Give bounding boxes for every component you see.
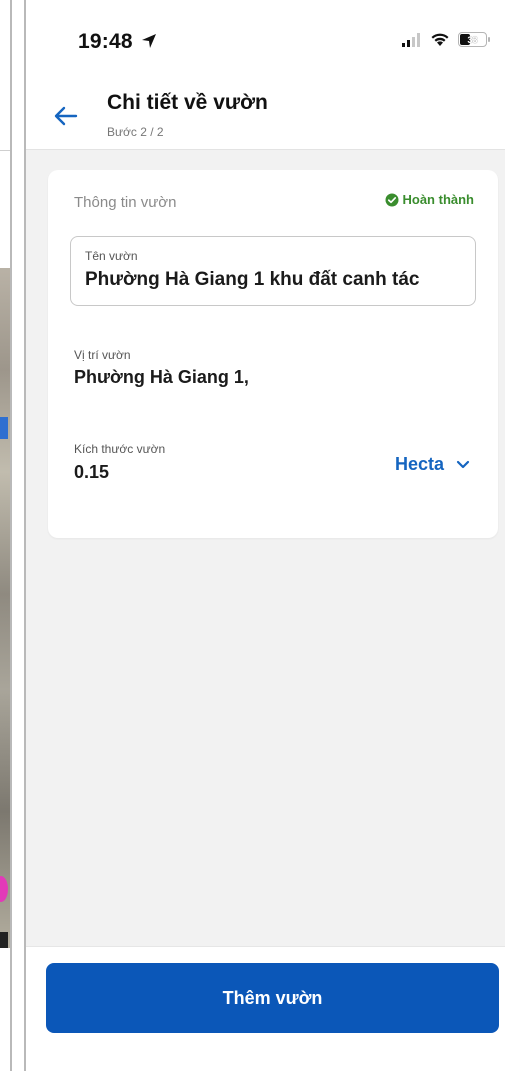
phone-screen: 19:48 33 Chi tiết về vườn Bước 2 / 2 Thô… [24, 0, 505, 1071]
step-indicator: Bước 2 / 2 [107, 125, 164, 139]
previous-screen-edge [0, 0, 12, 1071]
status-text: Hoàn thành [402, 192, 475, 207]
signal-icon [402, 32, 420, 47]
add-garden-button[interactable]: Thêm vườn [46, 963, 499, 1033]
size-value[interactable]: 0.15 [74, 462, 109, 483]
section-label: Thông tin vườn [74, 194, 177, 211]
footer-bar: Thêm vườn [26, 946, 505, 1071]
status-badge: Hoàn thành [385, 192, 475, 207]
garden-name-input[interactable]: Phường Hà Giang 1 khu đất canh tác [85, 269, 420, 291]
unit-dropdown[interactable]: Hecta [395, 454, 470, 475]
garden-name-label: Tên vườn [85, 249, 138, 263]
status-icons: 33 [402, 32, 490, 47]
page-header: Chi tiết về vườn Bước 2 / 2 [26, 78, 505, 150]
chevron-down-icon [456, 460, 470, 468]
map-label-badge [0, 932, 8, 948]
status-time: 19:48 [78, 30, 157, 54]
map-label-badge [0, 417, 8, 439]
status-bar: 19:48 33 [26, 0, 505, 78]
wifi-icon [431, 33, 449, 46]
check-circle-icon [385, 193, 398, 206]
size-label: Kích thước vườn [74, 442, 166, 456]
page-title: Chi tiết về vườn [107, 91, 268, 114]
unit-value: Hecta [394, 454, 444, 474]
map-thumbnail [0, 268, 10, 948]
garden-name-field[interactable]: Tên vườn Phường Hà Giang 1 khu đất canh … [70, 236, 476, 306]
location-value: Phường Hà Giang 1, [74, 367, 249, 387]
battery-level: 33 [467, 34, 478, 45]
divider [0, 150, 10, 151]
location-label: Vị trí vườn [74, 348, 131, 362]
garden-info-card: Thông tin vườn Hoàn thành Tên vườn Phườn… [48, 170, 498, 538]
battery-icon: 33 [458, 32, 490, 47]
back-arrow-icon[interactable] [52, 102, 80, 130]
location-arrow-icon [141, 34, 156, 48]
